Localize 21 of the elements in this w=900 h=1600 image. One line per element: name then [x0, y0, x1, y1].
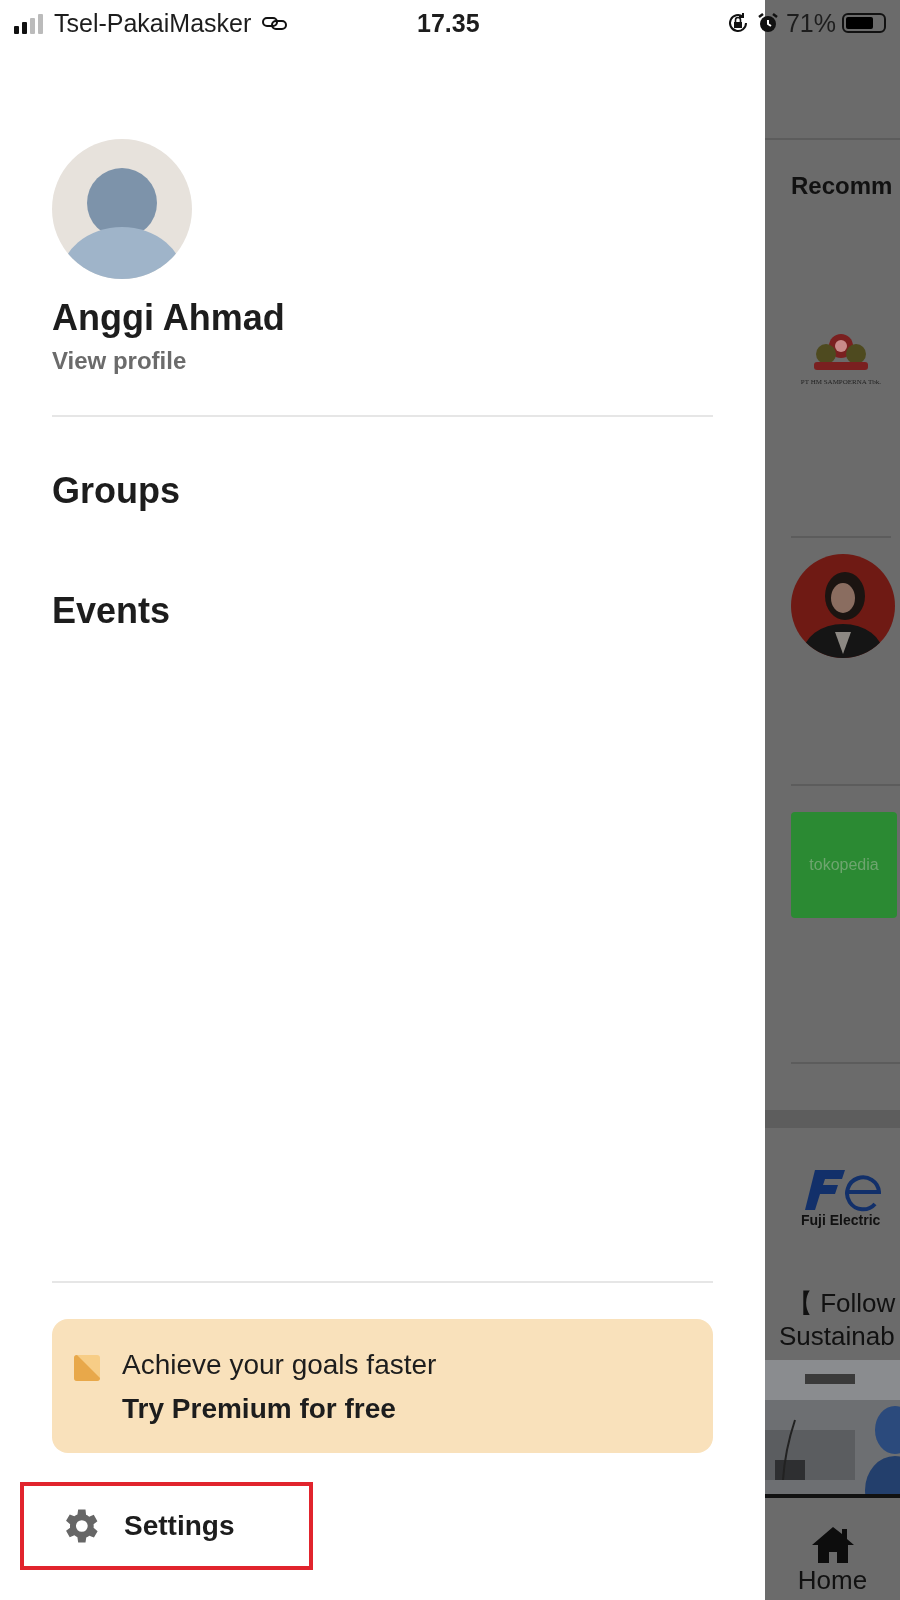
signal-icon: [14, 12, 44, 34]
promo-title: 【 Follow: [786, 1287, 897, 1320]
status-time: 17.35: [417, 8, 480, 38]
link-icon: [261, 15, 290, 31]
menu-item[interactable]: Events: [52, 587, 713, 707]
premium-offer: Try Premium for free: [122, 1393, 397, 1425]
home-tab[interactable]: Home: [765, 1504, 900, 1600]
view-profile-link[interactable]: View profile: [52, 347, 187, 375]
profile-name: Anggi Ahmad: [52, 297, 285, 339]
promo-title: Sustainab: [778, 1321, 896, 1352]
battery-icon: [842, 13, 886, 33]
menu-item[interactable]: Groups: [52, 467, 713, 587]
section-title: Recomm: [791, 172, 894, 200]
premium-tagline: Achieve your goals faster: [122, 1349, 437, 1381]
company-logo-tile: tokopedia: [791, 812, 897, 918]
battery-percent: 71%: [785, 8, 836, 38]
carrier-name: Tsel-PakaiMasker: [54, 8, 252, 38]
brand-name: Fuji Electric: [801, 1212, 881, 1228]
premium-icon: [74, 1355, 100, 1381]
settings-item[interactable]: Settings: [20, 1482, 313, 1570]
premium-card[interactable]: Achieve your goals faster Try Premium for free: [52, 1319, 713, 1453]
